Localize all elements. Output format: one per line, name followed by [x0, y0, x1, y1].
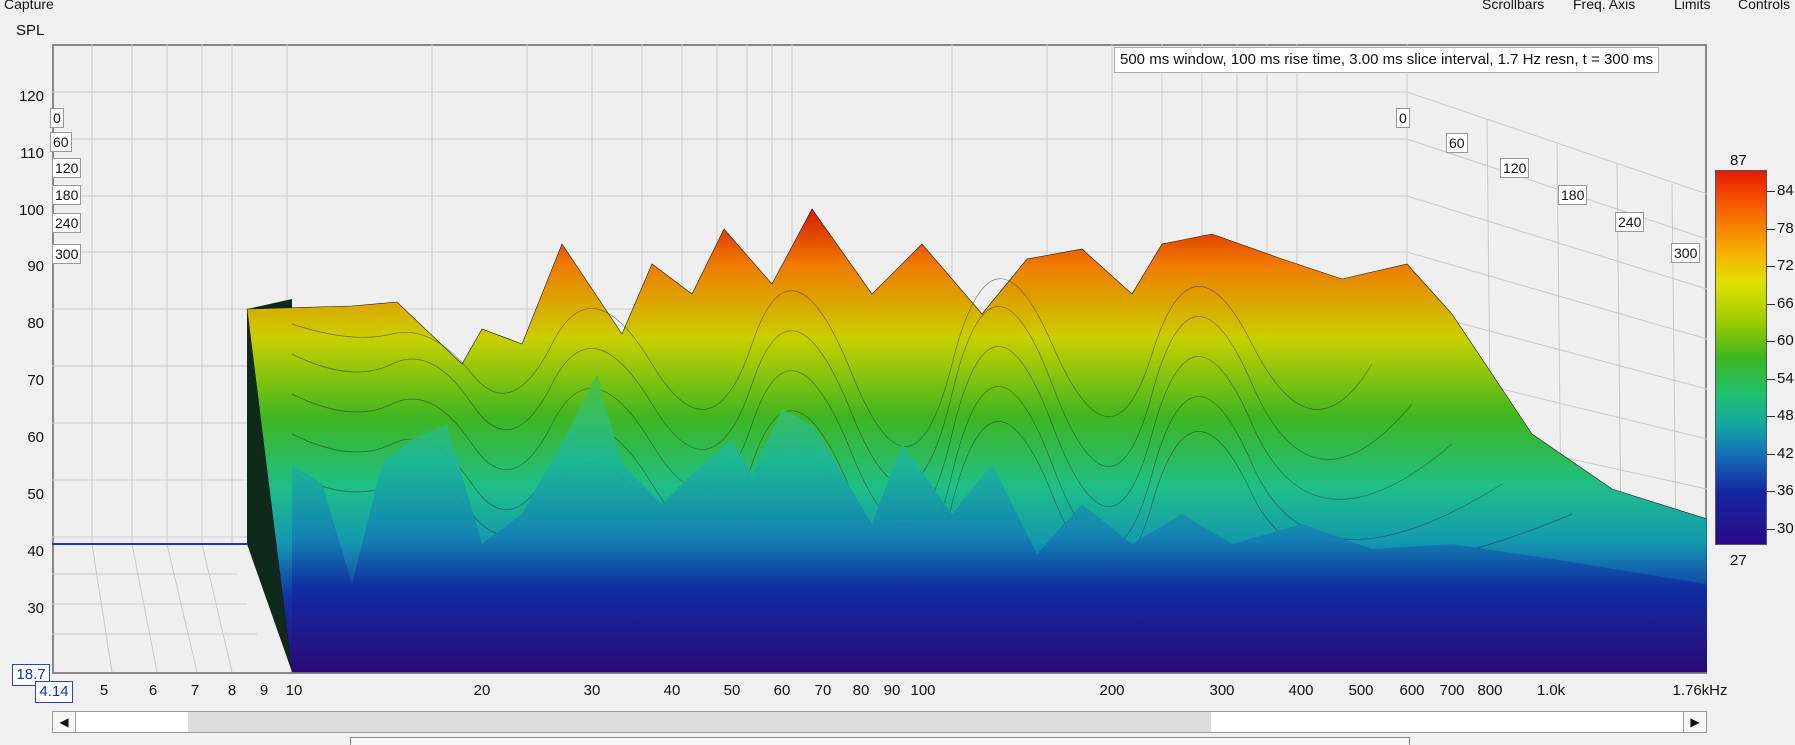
time-label-left-0: 0 — [50, 108, 64, 128]
limits-menu[interactable]: Limits — [1674, 0, 1711, 12]
spl-axis-title: SPL — [16, 22, 45, 39]
legend-tick-72: 72 — [1777, 257, 1794, 274]
time-label-left-240: 240 — [52, 213, 82, 233]
time-label-left-60: 60 — [50, 132, 72, 152]
legend-tick-48: 48 — [1777, 407, 1794, 424]
y-tick-40: 40 — [27, 543, 44, 560]
x-tick-700: 700 — [1439, 682, 1465, 699]
y-tick-90: 90 — [27, 258, 44, 275]
x-tick-300: 300 — [1209, 682, 1235, 699]
time-label-right-120: 120 — [1500, 158, 1530, 178]
x-tick-70: 70 — [814, 682, 832, 699]
x-tick-1-76khz: 1.76kHz — [1672, 682, 1728, 699]
y-tick-80: 80 — [27, 315, 44, 332]
x-tick-1k: 1.0k — [1536, 682, 1566, 699]
x-tick-90: 90 — [883, 682, 901, 699]
x-tick-50: 50 — [723, 682, 741, 699]
legend-tick-54: 54 — [1777, 370, 1794, 387]
y-tick-120: 120 — [18, 88, 44, 105]
y-tick-70: 70 — [27, 372, 44, 389]
time-label-left-120: 120 — [52, 158, 82, 178]
x-tick-60: 60 — [773, 682, 791, 699]
legend-tick-66: 66 — [1777, 295, 1794, 312]
scroll-left-button[interactable]: ◀ — [52, 711, 76, 733]
x-tick-800: 800 — [1477, 682, 1503, 699]
controls-menu[interactable]: Controls — [1738, 0, 1790, 12]
time-label-right-300: 300 — [1671, 243, 1701, 263]
legend-tick-30: 30 — [1777, 520, 1794, 537]
x-tick-500: 500 — [1348, 682, 1374, 699]
waterfall-settings-info: 500 ms window, 100 ms rise time, 3.00 ms… — [1114, 47, 1660, 73]
x-tick-5: 5 — [99, 682, 109, 699]
color-scale-legend — [1715, 170, 1767, 545]
x-tick-7: 7 — [190, 682, 200, 699]
x-tick-9: 9 — [259, 682, 269, 699]
scrollbar-left-thumb[interactable] — [76, 712, 188, 732]
scroll-right-button[interactable]: ▶ — [1683, 711, 1707, 733]
legend-tick-42: 42 — [1777, 445, 1794, 462]
y-tick-30: 30 — [27, 600, 44, 617]
legend-tick-36: 36 — [1777, 482, 1794, 499]
x-tick-200: 200 — [1099, 682, 1125, 699]
legend-min: 27 — [1730, 552, 1747, 569]
x-tick-80: 80 — [852, 682, 870, 699]
x-tick-30: 30 — [583, 682, 601, 699]
legend-max: 87 — [1730, 152, 1747, 169]
capture-menu[interactable]: Capture — [4, 0, 54, 12]
time-label-left-300: 300 — [52, 244, 82, 264]
x-tick-600: 600 — [1399, 682, 1425, 699]
scrollbar-right-thumb[interactable] — [1211, 712, 1683, 732]
x-tick-400: 400 — [1288, 682, 1314, 699]
y-tick-60: 60 — [27, 429, 44, 446]
y-tick-100: 100 — [18, 202, 44, 219]
scrollbars-menu[interactable]: Scrollbars — [1482, 0, 1544, 12]
x-tick-6: 6 — [148, 682, 158, 699]
time-label-right-240: 240 — [1615, 212, 1645, 232]
legend-tick-84: 84 — [1777, 182, 1794, 199]
legend-tick-78: 78 — [1777, 220, 1794, 237]
x-tick-40: 40 — [663, 682, 681, 699]
time-label-right-60: 60 — [1446, 133, 1468, 153]
x-min-input[interactable]: 4.14 — [35, 681, 73, 703]
freq-axis-menu[interactable]: Freq. Axis — [1573, 0, 1635, 12]
x-tick-100: 100 — [910, 682, 936, 699]
x-tick-20: 20 — [473, 682, 491, 699]
time-label-right-0: 0 — [1396, 108, 1410, 128]
legend-tick-60: 60 — [1777, 332, 1794, 349]
y-tick-110: 110 — [20, 145, 44, 162]
time-label-left-180: 180 — [52, 185, 82, 205]
x-tick-8: 8 — [227, 682, 237, 699]
x-tick-10: 10 — [285, 682, 303, 699]
time-label-right-180: 180 — [1558, 185, 1588, 205]
y-tick-50: 50 — [27, 486, 44, 503]
